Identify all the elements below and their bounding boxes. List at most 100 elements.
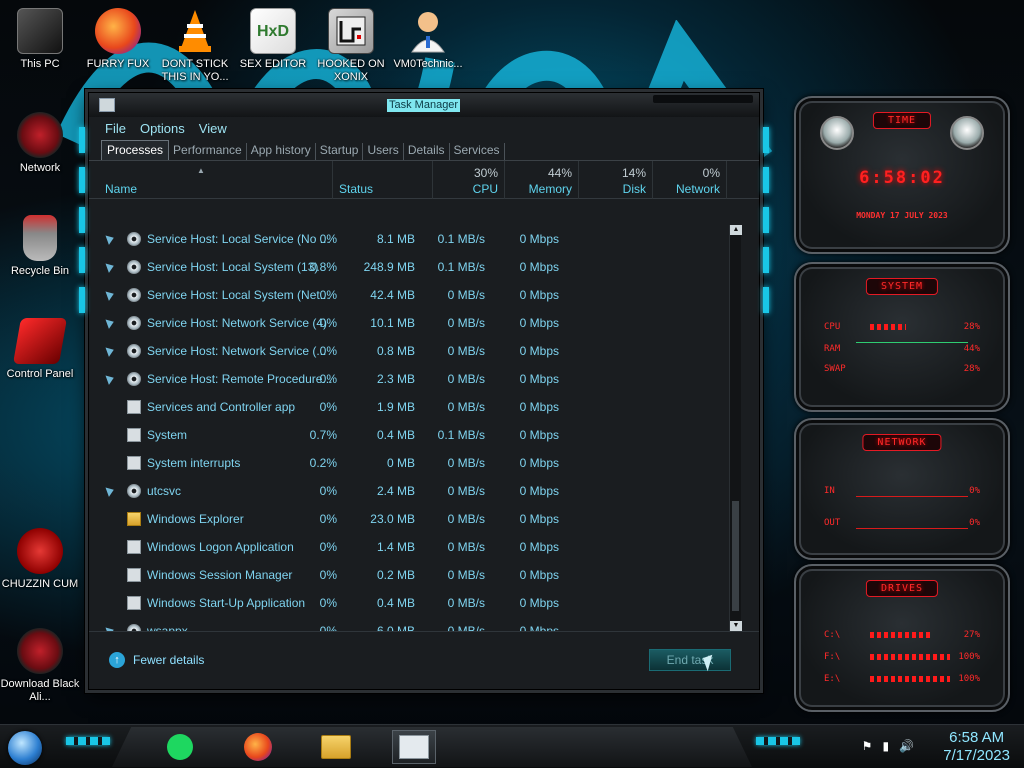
column-network[interactable]: 0% Network [653,161,727,199]
title-bar[interactable]: Task Manager [89,93,759,117]
menu-file[interactable]: File [105,121,126,136]
column-name[interactable]: Name [99,161,333,199]
task-manager-window[interactable]: Task Manager File Options View Processes… [79,92,769,690]
table-row[interactable]: Windows Start-Up Application 0% 0.4 MB 0 MB… [99,589,727,617]
table-row[interactable]: Service Host: Network Service (4) 0% 10.1 … [99,309,727,337]
expand-arrow-icon[interactable] [105,345,116,357]
menu-options[interactable]: Options [140,121,185,136]
disk-value: 0 MB/s [447,568,485,582]
desktop-icon-download-black-ali[interactable]: Download Black Ali... [0,628,80,704]
tab-users[interactable]: Users [363,143,404,160]
tab-startup[interactable]: Startup [316,143,364,160]
gear-icon [127,484,141,498]
system-gadget[interactable]: SYSTEM CPU 28% RAM 44% SWAP 28% [794,262,1010,412]
expand-arrow-icon[interactable] [105,261,116,273]
end-task-button[interactable]: End task [649,649,731,671]
table-row[interactable]: Service Host: Local System (13) 0.8% 248.9… [99,253,727,281]
window-controls[interactable] [653,95,753,103]
menu-view[interactable]: View [199,121,227,136]
scroll-up-button[interactable]: ▲ [730,225,742,235]
table-row[interactable]: Service Host: Local Service (No ... 0% 8.1… [99,225,727,253]
window-icon [127,540,141,554]
desktop-icon-label: Download Black Ali... [0,678,80,703]
column-pct: 14% [621,166,646,180]
table-row[interactable]: Windows Session Manager 0% 0.2 MB 0 MB/s 0 M… [99,561,727,589]
vertical-scrollbar[interactable]: ▲ ▼ [729,225,742,631]
memory-value: 2.4 MB [376,484,415,498]
table-row[interactable]: System interrupts 0.2% 0 MB 0 MB/s 0 Mbps [99,449,727,477]
scroll-down-button[interactable]: ▼ [730,621,742,631]
table-row[interactable]: Service Host: Network Service (... 0% 0.8 … [99,337,727,365]
desktop-icon-recycle-bin[interactable]: Recycle Bin [0,215,80,278]
network-value: 0 Mbps [519,624,559,631]
taskbar-task-manager[interactable] [392,730,436,764]
expand-arrow-icon[interactable] [105,373,116,385]
desktop-icon-vm0technic[interactable]: VM0Technic... [388,8,468,71]
taskbar-clock[interactable]: 6:58 AM 7/17/2023 [943,729,1010,765]
disk-value: 0 MB/s [447,456,485,470]
table-row[interactable]: Windows Explorer 0% 23.0 MB 0 MB/s 0 Mbps [99,505,727,533]
taskbar-firefox[interactable] [236,730,280,764]
tab-performance[interactable]: Performance [169,143,247,160]
desktop-icon-control-panel[interactable]: Control Panel [0,318,80,381]
taskbar-spotify[interactable] [158,730,202,764]
table-row[interactable]: Services and Controller app 0% 1.9 MB 0 MB/… [99,393,727,421]
disk-value: 0 MB/s [447,288,485,302]
desktop-icon-chuzzin-cum[interactable]: CHUZZIN CUM [0,528,80,591]
desktop-icon-furry-fux[interactable]: FURRY FUX [78,8,158,71]
expand-arrow-icon[interactable] [105,233,116,245]
time-gadget[interactable]: TIME 6:58:02 MONDAY 17 JULY 2023 [794,96,1010,254]
desktop-icon-hooked-on-xonix[interactable]: HOOKED ON XONIX [311,8,391,84]
start-button[interactable] [8,731,42,765]
desktop-icon-label: HOOKED ON XONIX [317,58,385,83]
tab-app-history[interactable]: App history [247,143,316,160]
tab-processes[interactable]: Processes [101,140,170,160]
process-name: Services and Controller app [147,400,296,414]
column-disk[interactable]: 14% Disk [579,161,653,199]
column-memory[interactable]: 44% Memory [505,161,579,199]
metric-label: SWAP [824,364,846,374]
network-gadget[interactable]: NETWORK IN 0% OUT 0% [794,418,1010,560]
fewer-details-button[interactable]: ↑ Fewer details [109,652,204,668]
expand-arrow-icon[interactable] [105,289,116,301]
expand-arrow-icon[interactable] [105,485,116,497]
desktop-icon-this-pc[interactable]: This PC [0,8,80,71]
disk-value: 0 MB/s [447,512,485,526]
gear-icon [127,288,141,302]
metric-value: 0% [969,518,980,528]
window-icon [127,568,141,582]
flag-icon[interactable]: ⚑ [862,739,873,753]
desktop-icon-network[interactable]: Network [0,112,80,175]
table-row[interactable]: Windows Logon Application 0% 1.4 MB 0 MB/s 0… [99,533,727,561]
column-cpu[interactable]: 30% CPU [433,161,505,199]
expand-arrow-icon[interactable] [105,317,116,329]
network-value: 0 Mbps [519,540,559,554]
table-row[interactable]: Service Host: Remote Procedure... 0% 2.3 M… [99,365,727,393]
tab-details[interactable]: Details [404,143,450,160]
network-icon[interactable]: ▮ [882,739,889,753]
table-row[interactable]: System 0.7% 0.4 MB 0.1 MB/s 0 Mbps [99,421,727,449]
cpu-value: 0% [319,596,337,610]
column-status[interactable]: Status [333,161,433,199]
table-row[interactable]: utcsvc 0% 2.4 MB 0 MB/s 0 Mbps [99,477,727,505]
control-panel-icon [12,318,68,364]
disk-value: 0 MB/s [447,344,485,358]
network-value: 0 Mbps [519,400,559,414]
table-row[interactable]: Service Host: Local System (Net... 0% 42.4… [99,281,727,309]
gadget-header: NETWORK [862,434,942,451]
table-row[interactable]: wsappx 0% 6.0 MB 0 MB/s 0 Mbps [99,617,727,631]
game-icon [328,8,374,54]
taskbar-file-explorer[interactable] [314,730,358,764]
scroll-thumb[interactable] [732,501,739,611]
volume-icon[interactable]: 🔊 [899,739,914,753]
network-value: 0 Mbps [519,344,559,358]
desktop-icon-label: Network [19,162,61,174]
tab-services[interactable]: Services [450,143,505,160]
desktop-icon-dont-stick[interactable]: DONT STICK THIS IN YO... [155,8,235,84]
window-side-decoration [79,113,85,649]
network-value: 0 Mbps [519,288,559,302]
window-side-decoration [763,113,769,649]
cpu-value: 0% [319,232,337,246]
drives-gadget[interactable]: DRIVES C:\ 27% F:\ 100% E:\ 100% [794,564,1010,712]
desktop-icon-sex-editor[interactable]: HxD SEX EDITOR [233,8,313,71]
